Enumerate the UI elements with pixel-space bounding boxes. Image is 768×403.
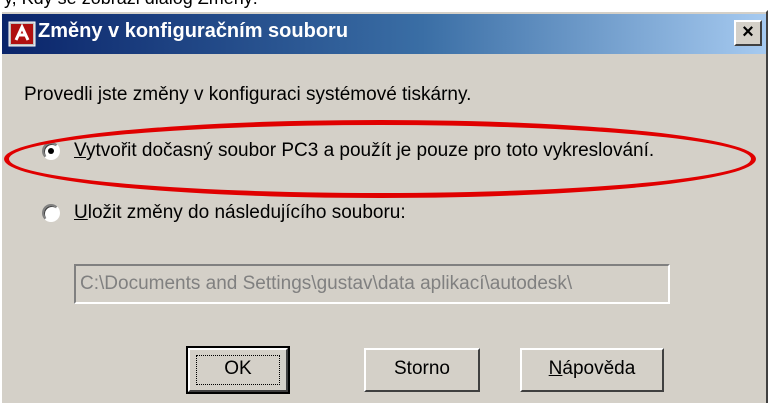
radio-save-to-file-text: ložit změny do následujícího souboru: <box>87 202 406 223</box>
help-button-label: ápověda <box>562 358 636 379</box>
page-top-text: y, Kdy se zobrazi dialog Změny: <box>4 0 258 9</box>
screen: y, Kdy se zobrazi dialog Změny: Změny v … <box>0 0 768 403</box>
close-icon: × <box>742 21 754 43</box>
dialog-message: Provedli jste změny v konfiguraci systém… <box>24 84 472 105</box>
radio-save-to-file-label[interactable]: Uložit změny do následujícího souboru: <box>74 202 406 224</box>
radio-save-to-file-indicator[interactable] <box>42 204 60 222</box>
cancel-button[interactable]: Storno <box>364 348 480 392</box>
radio-save-to-file[interactable]: Uložit změny do následujícího souboru: <box>42 202 406 224</box>
radio-temporary-pc3-text: ytvořit dočasný soubor PC3 a použít je p… <box>85 140 655 161</box>
radio-temporary-pc3-indicator[interactable] <box>42 142 60 160</box>
radio-temporary-pc3-label[interactable]: Vytvořit dočasný soubor PC3 a použít je … <box>74 140 654 162</box>
help-button[interactable]: Nápověda <box>520 348 664 392</box>
close-button[interactable]: × <box>734 20 762 46</box>
ok-focus-rect <box>196 355 280 385</box>
dialog-titlebar[interactable]: Změny v konfiguračním souboru × <box>2 14 766 54</box>
radio-temporary-pc3-mnemonic: V <box>74 140 86 161</box>
dialog-title: Změny v konfiguračním souboru <box>38 20 349 42</box>
help-button-mnemonic: N <box>548 358 563 379</box>
ok-button[interactable]: OK <box>186 346 290 394</box>
autocad-app-icon <box>8 21 36 47</box>
radio-save-to-file-mnemonic: U <box>74 202 88 223</box>
save-path-field: C:\Documents and Settings\gustav\data ap… <box>74 264 670 304</box>
config-changes-dialog: Změny v konfiguračním souboru × Provedli… <box>0 10 768 403</box>
cancel-button-label: Storno <box>394 358 450 379</box>
radio-temporary-pc3[interactable]: Vytvořit dočasný soubor PC3 a použít je … <box>42 140 654 162</box>
